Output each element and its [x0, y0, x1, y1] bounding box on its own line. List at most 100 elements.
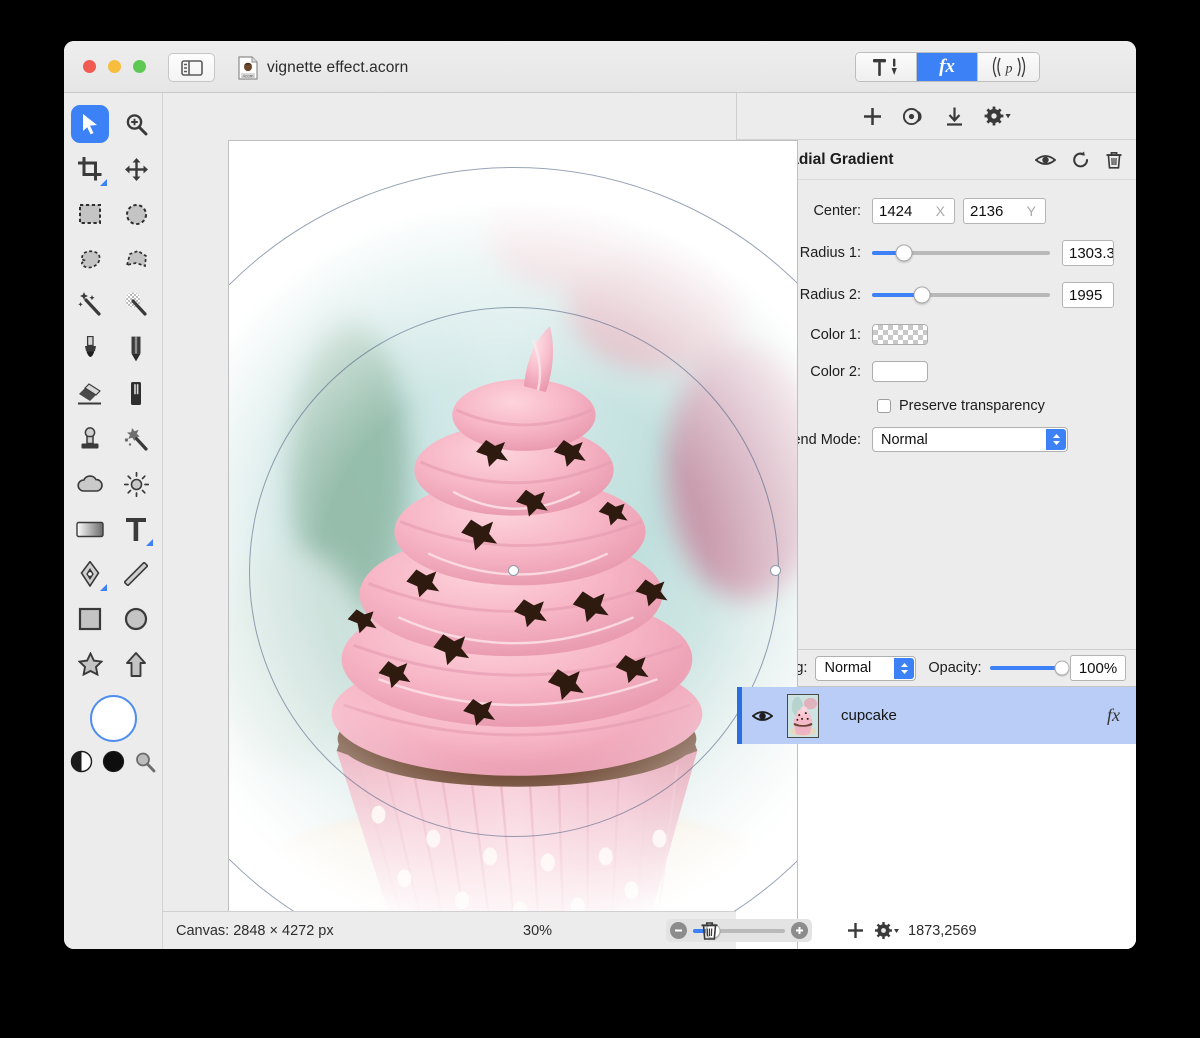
dodge-burn-tool[interactable] [117, 465, 155, 503]
center-x-input[interactable]: 1424 X [872, 198, 955, 224]
view-mode-segmented-control[interactable]: fx p [855, 52, 1040, 82]
gradient-radius-handle[interactable] [770, 565, 781, 576]
color-picker-magnifier-icon[interactable] [134, 751, 156, 773]
opacity-input[interactable]: 100% [1070, 655, 1126, 681]
rectangle-shape-tool[interactable] [71, 600, 109, 638]
opacity-slider[interactable] [989, 660, 1070, 676]
layer-settings-gear-icon[interactable] [875, 922, 899, 939]
svg-text:p: p [1004, 62, 1012, 77]
paint-bucket-tool[interactable] [117, 375, 155, 413]
foreground-color-well[interactable] [89, 695, 137, 742]
segment-filters[interactable]: fx [917, 53, 978, 81]
swap-colors-icon[interactable] [70, 750, 93, 773]
bezier-pen-tool[interactable] [71, 555, 109, 593]
add-layer-plus-icon[interactable] [847, 922, 864, 939]
zoom-slider-group[interactable] [666, 919, 812, 942]
pencil-tool[interactable] [117, 330, 155, 368]
radius1-slider[interactable] [872, 244, 1050, 262]
table-row[interactable]: cupcake fx [737, 687, 1136, 744]
zoom-out-icon[interactable] [670, 922, 687, 939]
star-shape-tool[interactable] [71, 645, 109, 683]
center-y-value: 2136 [970, 202, 1004, 220]
splatter-brush-icon [124, 428, 148, 451]
tool-row [64, 555, 162, 593]
center-y-input[interactable]: 2136 Y [963, 198, 1046, 224]
opacity-label: Opacity: [928, 660, 982, 676]
cupcake-thumbnail[interactable] [787, 693, 819, 738]
transform-tool[interactable] [117, 150, 155, 188]
p-in-parens-icon: p [992, 56, 1025, 78]
square-shape-icon [78, 607, 102, 631]
preserve-transparency-checkbox[interactable] [877, 399, 891, 413]
default-colors-icon[interactable] [102, 750, 125, 773]
close-window-button[interactable] [83, 60, 96, 73]
magic-wand-tool[interactable] [71, 285, 109, 323]
layer-visibility-toggle[interactable] [737, 709, 787, 723]
mouse-coordinates-label: 1873,2569 [908, 922, 977, 939]
tool-submenu-indicator[interactable] [100, 584, 107, 591]
gradient-center-handle[interactable] [508, 565, 519, 576]
crop-tool[interactable] [71, 150, 109, 188]
ellipse-select-tool[interactable] [117, 195, 155, 233]
rect-select-tool[interactable] [71, 195, 109, 233]
tool-row [64, 600, 162, 638]
tool-row [64, 240, 162, 278]
smudge-tool[interactable] [117, 420, 155, 458]
canvas-area: Canvas: 2848 × 4272 px 30% 1873,2569 [163, 93, 977, 949]
download-filter-icon [946, 107, 962, 126]
instant-alpha-tool[interactable] [117, 285, 155, 323]
zoom-window-button[interactable] [133, 60, 146, 73]
radius2-slider[interactable] [872, 286, 1050, 304]
arrow-shape-tool[interactable] [117, 645, 155, 683]
layer-blending-select[interactable]: Normal [815, 655, 917, 681]
tool-submenu-indicator[interactable] [100, 179, 107, 186]
polygon-lasso-tool[interactable] [117, 240, 155, 278]
sidebar-toggle-button[interactable] [168, 53, 215, 82]
fx-icon: fx [939, 56, 955, 77]
sun-icon [123, 471, 149, 497]
move-tool[interactable] [71, 105, 109, 143]
blur-tool[interactable] [71, 465, 109, 503]
line-tool[interactable] [117, 555, 155, 593]
blend-mode-value: Normal [881, 431, 928, 448]
radius1-input[interactable]: 1303.3 [1062, 240, 1114, 266]
tool-row [64, 645, 162, 683]
segment-tools[interactable] [856, 53, 917, 81]
ellipse-shape-tool[interactable] [117, 600, 155, 638]
paint-brush-tool[interactable] [71, 330, 109, 368]
filter-delete-trash-icon[interactable] [1106, 151, 1122, 169]
minimize-window-button[interactable] [108, 60, 121, 73]
download-filter-button[interactable] [946, 107, 963, 126]
filter-settings-button[interactable] [984, 106, 1011, 126]
segment-presets[interactable]: p [978, 53, 1039, 81]
gradient-swatch-icon [76, 521, 104, 537]
lasso-tool[interactable] [71, 240, 109, 278]
clone-stamp-tool[interactable] [71, 420, 109, 458]
radius2-input[interactable]: 1995 [1062, 282, 1114, 308]
arrow-shape-icon [126, 651, 146, 677]
tool-submenu-indicator[interactable] [146, 539, 153, 546]
center-x-axis-label: X [935, 203, 945, 219]
eraser-tool[interactable] [71, 375, 109, 413]
add-filter-button[interactable] [863, 107, 882, 126]
gradient-tool[interactable] [71, 510, 109, 548]
color1-swatch[interactable] [872, 324, 928, 345]
title-bar: Acorn vignette effect.acorn fx p [64, 41, 1136, 93]
color2-swatch[interactable] [872, 361, 928, 382]
zoom-level-label: 30% [523, 922, 553, 939]
layer-visibility-eye-icon [751, 710, 773, 721]
filter-presets-button[interactable] [902, 107, 925, 126]
text-tool[interactable] [117, 510, 155, 548]
tool-row [64, 150, 162, 188]
status-bar: Canvas: 2848 × 4272 px 30% 1873,2569 [163, 911, 977, 949]
filter-visibility-eye-icon[interactable] [1035, 153, 1056, 167]
delete-layer-trash-icon[interactable] [701, 921, 718, 940]
image-canvas[interactable] [228, 140, 798, 949]
layer-fx-badge[interactable]: fx [1107, 705, 1120, 726]
zoom-tool[interactable] [117, 105, 155, 143]
zoom-in-icon[interactable] [791, 922, 808, 939]
magnifier-plus-icon [126, 113, 147, 135]
filter-reset-icon[interactable] [1072, 151, 1090, 169]
tool-row [64, 285, 162, 323]
blend-mode-select[interactable]: Normal [872, 427, 1068, 452]
